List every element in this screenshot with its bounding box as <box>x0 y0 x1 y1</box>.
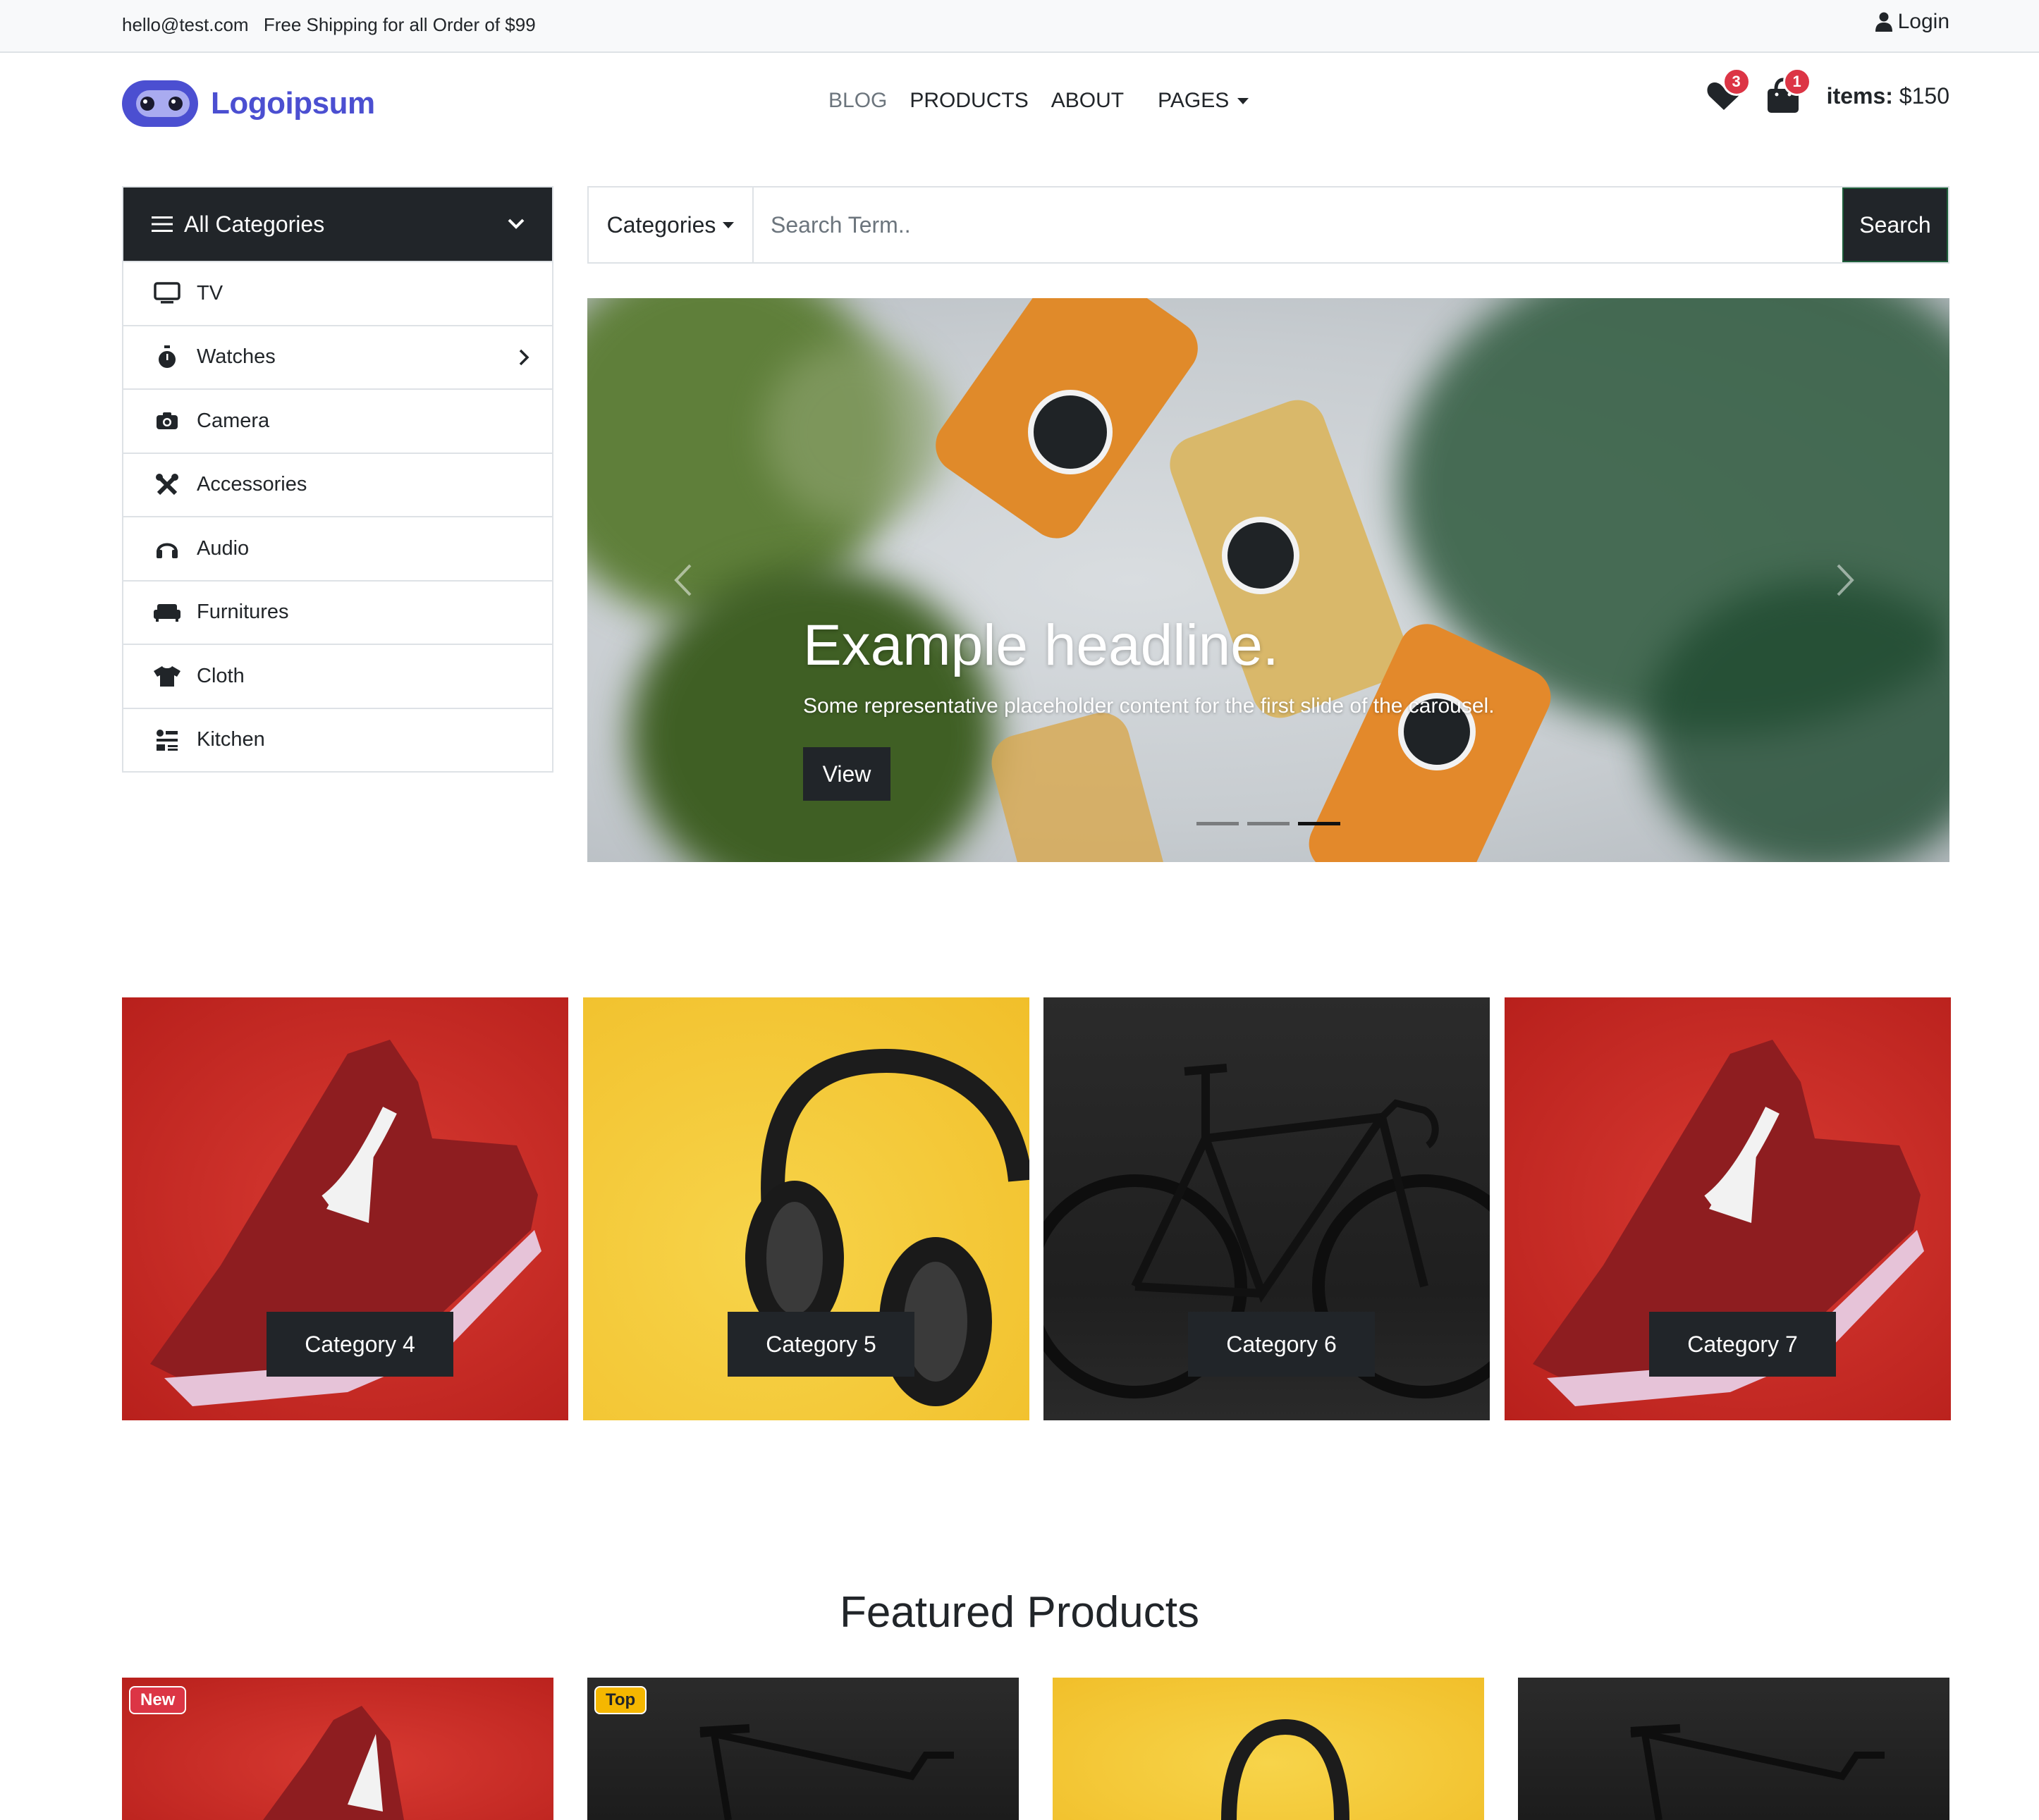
category-label[interactable]: Category 7 <box>1649 1312 1836 1377</box>
carousel-prev-button[interactable] <box>672 562 707 598</box>
bicycle-image <box>699 1724 954 1820</box>
logo-icon <box>122 80 198 127</box>
chevron-left-icon <box>674 564 692 596</box>
sidebar-item-watches[interactable]: Watches <box>123 324 552 389</box>
category-label[interactable]: Category 6 <box>1188 1312 1375 1377</box>
caret-down-icon <box>723 221 735 228</box>
nav-products[interactable]: PRODUCTS <box>910 89 1028 113</box>
login-label: Login <box>1897 10 1949 33</box>
user-icon <box>1875 12 1892 32</box>
top-badge: Top <box>594 1686 647 1714</box>
all-categories-label: All Categories <box>184 211 325 237</box>
all-categories-toggle[interactable]: All Categories <box>123 187 552 261</box>
items-label: items: <box>1826 82 1893 109</box>
hero-headline: Example headline. <box>803 613 1279 677</box>
shipping-notice: Free Shipping for all Order of $99 <box>263 14 536 35</box>
carousel-indicator-2[interactable] <box>1247 822 1290 825</box>
hero-view-button[interactable]: View <box>803 747 890 801</box>
logo-text: Logoipsum <box>211 86 375 121</box>
search-input[interactable] <box>754 187 1842 262</box>
category-tile-5[interactable]: Category 5 <box>583 997 1029 1420</box>
carousel-next-button[interactable] <box>1835 562 1870 598</box>
sidebar-item-tv[interactable]: TV <box>123 261 552 325</box>
login-link[interactable]: Login <box>1875 10 1949 34</box>
headphones-icon <box>153 534 181 562</box>
featured-products-title: Featured Products <box>839 1588 1200 1637</box>
bicycle-image <box>1630 1724 1885 1820</box>
sidebar-item-label: Camera <box>197 409 270 432</box>
search-bar: Categories Search <box>587 186 1949 264</box>
sidebar-item-label: Audio <box>197 536 250 560</box>
chevron-down-icon <box>508 219 525 229</box>
items-total-value: $150 <box>1899 82 1949 109</box>
sidebar-item-label: TV <box>197 281 224 305</box>
logo[interactable]: Logoipsum <box>122 80 375 127</box>
sidebar-item-label: Watches <box>197 345 276 369</box>
sidebar-item-label: Kitchen <box>197 728 265 751</box>
hero-subtext: Some representative placeholder content … <box>803 694 1495 718</box>
sidebar-item-camera[interactable]: Camera <box>123 388 552 453</box>
category-label[interactable]: Category 4 <box>267 1312 453 1377</box>
tools-icon <box>153 471 181 499</box>
nav-about[interactable]: ABOUT <box>1051 89 1124 113</box>
main-nav: BLOG PRODUCTS ABOUT PAGES <box>828 89 1249 113</box>
chevron-right-icon <box>1837 564 1854 596</box>
cart-count-badge: 1 <box>1782 68 1811 96</box>
category-label[interactable]: Category 5 <box>728 1312 914 1377</box>
nav-blog[interactable]: BLOG <box>828 89 887 113</box>
menu-icon <box>152 216 173 232</box>
cart-button[interactable]: 1 <box>1766 68 1811 114</box>
sidebar-item-accessories[interactable]: Accessories <box>123 452 552 517</box>
wishlist-button[interactable]: 3 <box>1706 68 1751 114</box>
search-categories-label: Categories <box>606 211 716 238</box>
category-tile-7[interactable]: Category 7 <box>1505 997 1951 1420</box>
carousel-indicator-1[interactable] <box>1196 822 1239 825</box>
sidebar-item-cloth[interactable]: Cloth <box>123 644 552 708</box>
contact-email[interactable]: hello@test.com <box>122 14 249 35</box>
sidebar-item-label: Furnitures <box>197 601 289 624</box>
product-card-1[interactable]: New <box>122 1678 553 1820</box>
cart-total[interactable]: items: $150 <box>1827 83 1949 109</box>
category-tile-6[interactable]: Category 6 <box>1043 997 1490 1420</box>
sidebar-item-furnitures[interactable]: Furnitures <box>123 579 552 644</box>
nav-pages-dropdown[interactable]: PAGES <box>1158 89 1249 113</box>
new-badge: New <box>129 1686 187 1714</box>
carousel-indicator-3[interactable] <box>1298 822 1340 825</box>
wishlist-count-badge: 3 <box>1722 68 1751 96</box>
product-card-3[interactable] <box>1053 1678 1484 1820</box>
chevron-right-icon <box>519 349 529 365</box>
headphones-image <box>1221 1718 1349 1820</box>
nav-pages-label: PAGES <box>1158 89 1230 112</box>
couch-icon <box>153 598 181 627</box>
product-card-2[interactable]: Top <box>587 1678 1019 1820</box>
kitchen-icon <box>153 726 181 754</box>
tshirt-icon <box>153 662 181 690</box>
search-categories-dropdown[interactable]: Categories <box>589 187 754 262</box>
sneaker-image <box>263 1706 404 1820</box>
camera-icon <box>153 407 181 435</box>
category-sidebar: All Categories TV Watches Camera Accesso… <box>122 186 553 773</box>
hero-carousel: Example headline. Some representative pl… <box>587 298 1949 862</box>
sidebar-item-audio[interactable]: Audio <box>123 516 552 580</box>
category-tile-4[interactable]: Category 4 <box>122 997 568 1420</box>
sidebar-item-label: Cloth <box>197 664 245 687</box>
sidebar-item-label: Accessories <box>197 473 307 496</box>
top-bar: hello@test.com Free Shipping for all Ord… <box>0 0 2039 53</box>
caret-down-icon <box>1237 97 1249 104</box>
sidebar-item-kitchen[interactable]: Kitchen <box>123 707 552 772</box>
product-card-4[interactable] <box>1518 1678 1949 1820</box>
tv-icon <box>153 279 181 307</box>
search-button[interactable]: Search <box>1842 187 1948 262</box>
stopwatch-icon <box>153 343 181 371</box>
site-header: Logoipsum BLOG PRODUCTS ABOUT PAGES 3 1 <box>0 54 2039 149</box>
carousel-indicators <box>1196 822 1340 825</box>
